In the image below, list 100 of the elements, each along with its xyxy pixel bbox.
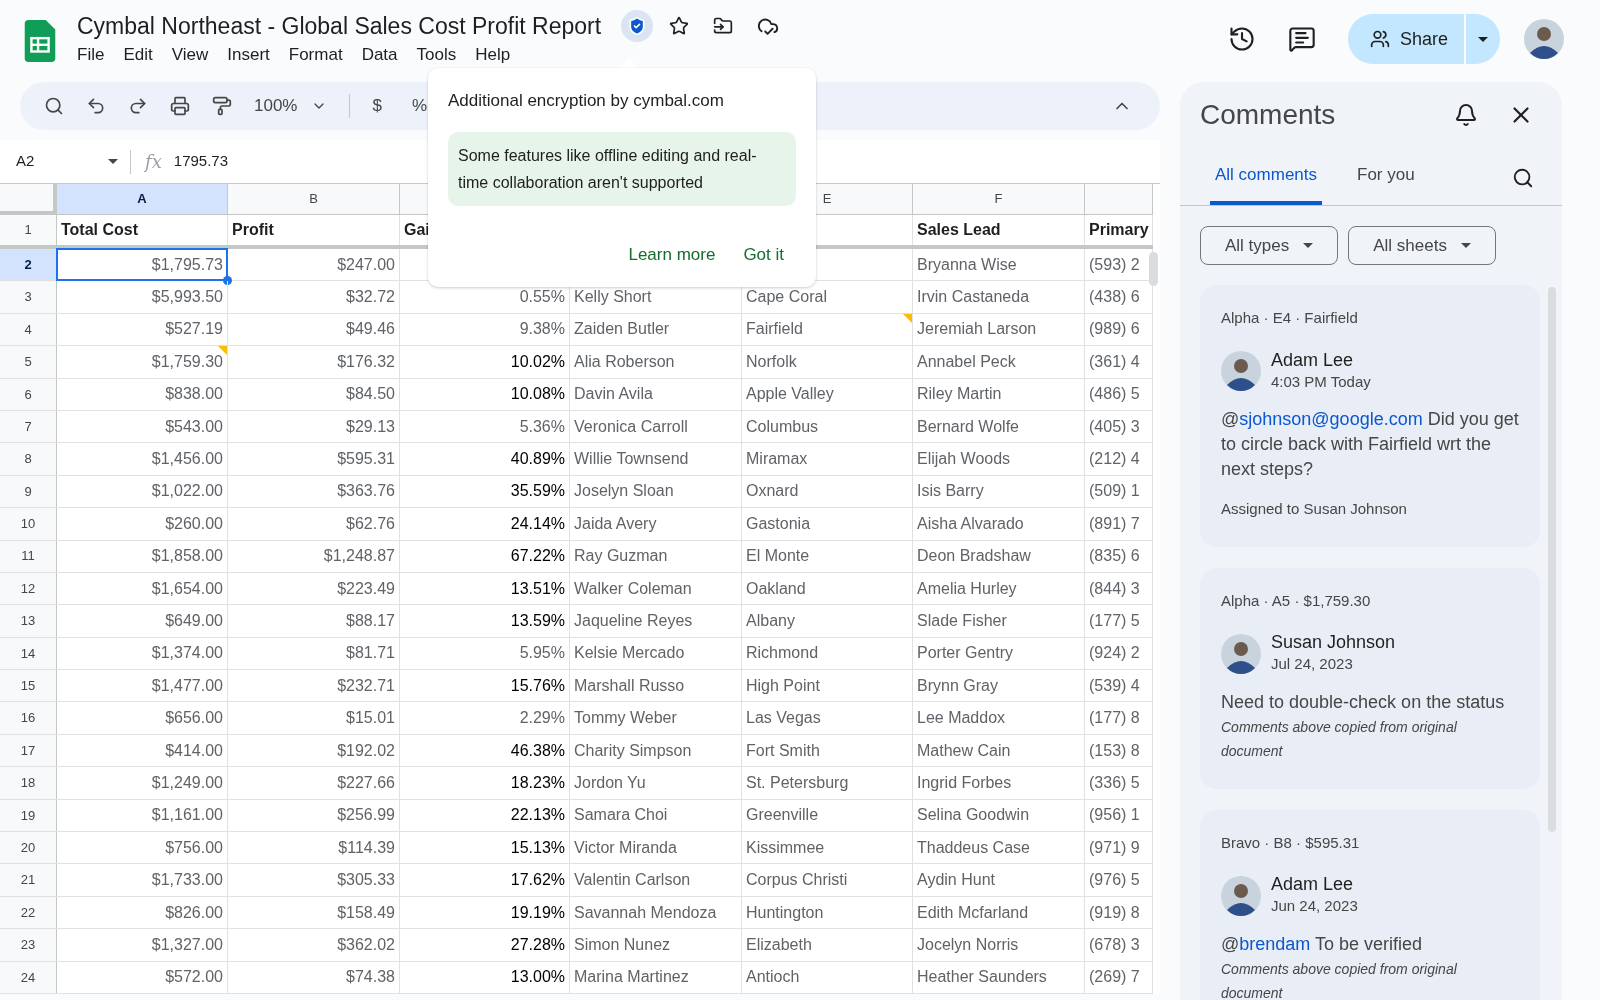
sheets-logo[interactable] bbox=[24, 20, 56, 62]
mention-link[interactable]: sjohnson@google.com bbox=[1239, 409, 1423, 430]
row-number[interactable]: 16 bbox=[0, 702, 57, 734]
scrollbar[interactable] bbox=[1548, 287, 1556, 832]
table-cell-text: (336) 5 bbox=[1089, 772, 1140, 793]
redo-icon[interactable] bbox=[128, 96, 148, 116]
table-cell-text: $543.00 bbox=[165, 416, 223, 437]
print-icon[interactable] bbox=[170, 96, 190, 116]
column-header[interactable]: B bbox=[228, 184, 400, 215]
table-cell-text: Savannah Mendoza bbox=[574, 902, 717, 923]
row-number[interactable]: 19 bbox=[0, 799, 57, 832]
formula-input[interactable]: 1795.73 bbox=[173, 150, 229, 173]
row-number[interactable]: 18 bbox=[0, 767, 57, 799]
row-number[interactable]: 2 bbox=[0, 249, 57, 281]
column-header[interactable]: A bbox=[57, 184, 228, 215]
row-number[interactable]: 12 bbox=[0, 572, 57, 605]
table-cell-text: High Point bbox=[746, 675, 820, 696]
menu-item[interactable]: Edit bbox=[115, 43, 161, 67]
paint-format-icon[interactable] bbox=[212, 96, 232, 116]
comment-card[interactable]: Alpha · A5 · $1,759.30 Susan Johnson Jul 24, 2023 Need to double-check on the status Comments above copied from original document bbox=[1200, 567, 1540, 789]
comment-marker-icon[interactable] bbox=[903, 313, 912, 323]
table-cell-text: (835) 6 bbox=[1089, 546, 1140, 567]
row-number[interactable]: 5 bbox=[0, 346, 57, 378]
comment-card[interactable]: Bravo · B8 · $595.31 Adam Lee Jun 24, 2023 @brendam To be verified Comments above copied from original document bbox=[1200, 809, 1540, 1000]
encryption-shield-icon[interactable] bbox=[621, 10, 654, 42]
notification-bell-icon[interactable] bbox=[1454, 102, 1478, 127]
table-cell-text: Apple Valley bbox=[746, 384, 834, 405]
popup-action-button[interactable]: Got it bbox=[743, 241, 784, 267]
row-number[interactable]: 13 bbox=[0, 605, 57, 637]
table-cell-text: $826.00 bbox=[165, 902, 223, 923]
row-number[interactable]: 15 bbox=[0, 670, 57, 702]
table-cell-text: 46.38% bbox=[510, 740, 565, 761]
version-history-icon[interactable] bbox=[1227, 25, 1256, 53]
table-cell-text: 2.29% bbox=[519, 708, 565, 729]
search-icon[interactable] bbox=[44, 96, 64, 116]
table-cell-text: 13.51% bbox=[510, 578, 565, 599]
row-number[interactable]: 23 bbox=[0, 929, 57, 961]
row-number[interactable]: 1 bbox=[0, 215, 57, 245]
fill-handle[interactable] bbox=[223, 276, 232, 286]
row-number[interactable]: 21 bbox=[0, 864, 57, 896]
comment-marker-icon[interactable] bbox=[218, 346, 227, 356]
star-icon[interactable] bbox=[669, 16, 690, 36]
menu-item[interactable]: Insert bbox=[219, 43, 278, 67]
comments-tab[interactable]: For you bbox=[1352, 161, 1420, 206]
table-cell-text: Isis Barry bbox=[917, 481, 984, 502]
undo-icon[interactable] bbox=[86, 96, 106, 116]
row-number[interactable]: 11 bbox=[0, 540, 57, 572]
popup-title: Additional encryption by cymbal.com bbox=[448, 90, 725, 112]
table-cell-text: $527.19 bbox=[165, 319, 223, 340]
table-cell-text: Jeremiah Larson bbox=[917, 319, 1037, 340]
row-number[interactable]: 17 bbox=[0, 734, 57, 767]
menu-item[interactable]: Help bbox=[467, 43, 519, 67]
table-cell-text: Miramax bbox=[746, 449, 808, 470]
table-cell-text: $192.02 bbox=[337, 740, 395, 761]
menu-item[interactable]: File bbox=[69, 43, 113, 67]
comments-tab[interactable]: All comments bbox=[1210, 161, 1323, 206]
table-cell-text: Ray Guzman bbox=[574, 546, 668, 567]
currency-format-button[interactable]: $ bbox=[372, 93, 382, 119]
table-cell-text: $572.00 bbox=[165, 967, 223, 988]
table-cell-text: Gastonia bbox=[746, 513, 811, 534]
row-number[interactable]: 9 bbox=[0, 475, 57, 508]
table-cell-text: Veronica Carroll bbox=[574, 416, 688, 437]
row-number[interactable]: 8 bbox=[0, 443, 57, 475]
menu-item[interactable]: Tools bbox=[408, 43, 465, 67]
search-icon[interactable] bbox=[1512, 167, 1534, 190]
comment-text: @brendam To be verified bbox=[1221, 932, 1424, 956]
row-number[interactable]: 22 bbox=[0, 896, 57, 929]
table-cell-text: $656.00 bbox=[165, 708, 223, 729]
table-cell-text: $5,993.50 bbox=[151, 287, 223, 308]
filter-dropdown[interactable]: All types bbox=[1200, 226, 1339, 266]
table-cell-text: (844) 3 bbox=[1089, 578, 1140, 599]
row-number[interactable]: 7 bbox=[0, 410, 57, 443]
scrollbar[interactable] bbox=[1149, 252, 1158, 286]
row-number[interactable]: 6 bbox=[0, 378, 57, 410]
table-cell-text: (438) 6 bbox=[1089, 287, 1140, 308]
comments-icon[interactable] bbox=[1287, 25, 1316, 53]
menu-item[interactable]: Format bbox=[280, 43, 351, 67]
row-number[interactable]: 14 bbox=[0, 637, 57, 670]
table-cell-text: Elijah Woods bbox=[917, 449, 1011, 470]
zoom-dropdown[interactable]: 100% bbox=[254, 93, 328, 119]
row-number[interactable]: 20 bbox=[0, 832, 57, 864]
menu-item[interactable]: View bbox=[163, 43, 217, 67]
move-folder-icon[interactable] bbox=[713, 16, 734, 36]
table-cell-text: $256.99 bbox=[337, 805, 395, 826]
comment-card[interactable]: Alpha · E4 · Fairfield Adam Lee 4:03 PM Today @sjohnson@google.com Did you get to circle back with Fairfield wrt the next steps? Assigned to Susan Johnson bbox=[1200, 285, 1540, 547]
table-cell-text: Jordon Yu bbox=[574, 772, 646, 793]
table-cell-text: 24.14% bbox=[510, 513, 565, 534]
row-number[interactable]: 10 bbox=[0, 508, 57, 540]
row-number[interactable]: 24 bbox=[0, 961, 57, 993]
percent-format-button[interactable]: % bbox=[411, 93, 428, 119]
row-number[interactable]: 4 bbox=[0, 313, 57, 346]
popup-action-button[interactable]: Learn more bbox=[628, 241, 716, 267]
avatar bbox=[1221, 875, 1261, 916]
row-number[interactable]: 3 bbox=[0, 281, 57, 313]
filter-dropdown[interactable]: All sheets bbox=[1348, 226, 1496, 266]
name-box[interactable]: A2 bbox=[0, 150, 130, 173]
mention-link[interactable]: brendam bbox=[1239, 933, 1311, 954]
document-title[interactable]: Cymbal Northeast - Global Sales Cost Profit Report bbox=[77, 10, 602, 42]
menu-item[interactable]: Data bbox=[353, 43, 406, 67]
column-header[interactable]: F bbox=[913, 184, 1085, 215]
